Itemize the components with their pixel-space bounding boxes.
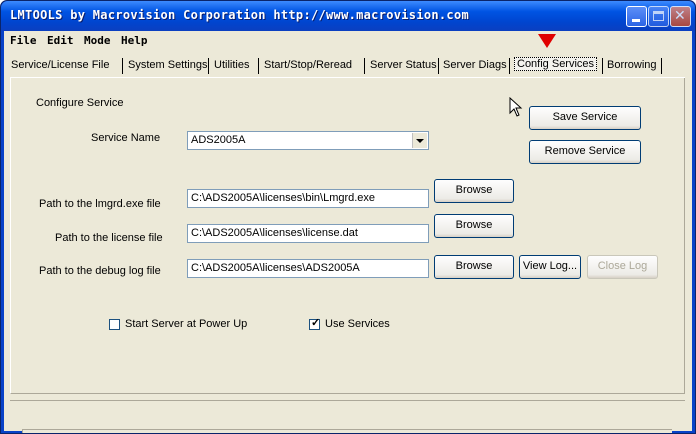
client-area: File Edit Mode Help Service/License File… xyxy=(4,31,692,433)
menu-help[interactable]: Help xyxy=(121,34,148,47)
tab-separator xyxy=(602,58,603,74)
start-at-powerup-label: Start Server at Power Up xyxy=(125,318,248,330)
window-title: LMTOOLS by Macrovision Corporation http:… xyxy=(10,8,470,22)
browse-debug-log-button[interactable]: Browse xyxy=(434,255,514,279)
license-path-label: Path to the license file xyxy=(55,232,163,244)
start-at-powerup-checkbox[interactable] xyxy=(109,319,120,330)
service-name-value: ADS2005A xyxy=(191,134,246,146)
menu-bar: File Edit Mode Help xyxy=(4,31,692,49)
minimize-icon xyxy=(632,19,640,22)
tab-separator xyxy=(509,58,510,74)
browse-lmgrd-button[interactable]: Browse xyxy=(434,179,514,203)
maximize-button[interactable] xyxy=(648,6,669,27)
tab-server-status[interactable]: Server Status xyxy=(370,59,437,71)
section-title: Configure Service xyxy=(36,97,124,109)
close-log-button[interactable]: Close Log xyxy=(587,255,658,279)
maximize-icon xyxy=(653,11,664,21)
tab-separator xyxy=(208,58,209,74)
debug-log-path-input[interactable]: C:\ADS2005A\licenses\ADS2005A xyxy=(187,259,429,278)
close-icon: ✕ xyxy=(674,8,686,24)
tab-borrowing[interactable]: Borrowing xyxy=(607,59,657,71)
browse-license-button[interactable]: Browse xyxy=(434,214,514,238)
minimize-button[interactable] xyxy=(626,6,647,27)
service-name-combobox[interactable]: ADS2005A xyxy=(187,131,429,150)
menu-edit[interactable]: Edit xyxy=(47,34,74,47)
remove-service-button[interactable]: Remove Service xyxy=(529,140,641,164)
tab-separator xyxy=(122,58,123,74)
tab-separator xyxy=(661,58,662,74)
divider xyxy=(10,400,685,401)
tab-service-license-file[interactable]: Service/License File xyxy=(11,59,109,71)
tab-utilities[interactable]: Utilities xyxy=(214,59,249,71)
tab-start-stop-reread[interactable]: Start/Stop/Reread xyxy=(264,59,352,71)
tab-system-settings[interactable]: System Settings xyxy=(128,59,207,71)
license-path-input[interactable]: C:\ADS2005A\licenses\license.dat xyxy=(187,224,429,243)
tab-separator xyxy=(364,58,365,74)
view-log-button[interactable]: View Log... xyxy=(519,255,581,279)
use-services-label: Use Services xyxy=(325,318,390,330)
menu-mode[interactable]: Mode xyxy=(84,34,111,47)
close-button[interactable]: ✕ xyxy=(670,6,691,27)
use-services-checkbox[interactable]: ✓ xyxy=(309,317,321,330)
tab-separator xyxy=(258,58,259,74)
red-pointer-arrow-icon xyxy=(538,34,556,48)
save-service-button[interactable]: Save Service xyxy=(529,106,641,130)
lmtools-window: LMTOOLS by Macrovision Corporation http:… xyxy=(0,0,696,434)
lmgrd-path-label: Path to the lmgrd.exe file xyxy=(39,198,161,210)
mouse-cursor-icon xyxy=(509,97,523,117)
lmgrd-path-input[interactable]: C:\ADS2005A\licenses\bin\Lmgrd.exe xyxy=(187,189,429,208)
debug-log-path-label: Path to the debug log file xyxy=(39,265,161,277)
tab-separator xyxy=(438,58,439,74)
title-bar[interactable]: LMTOOLS by Macrovision Corporation http:… xyxy=(1,1,695,31)
checkmark-icon: ✓ xyxy=(311,317,321,329)
tab-server-diags[interactable]: Server Diags xyxy=(443,59,507,71)
status-bar xyxy=(22,429,672,433)
chevron-down-icon[interactable] xyxy=(412,133,427,148)
menu-file[interactable]: File xyxy=(10,34,37,47)
service-name-label: Service Name xyxy=(91,132,161,144)
tab-config-services[interactable]: Config Services xyxy=(514,57,598,71)
